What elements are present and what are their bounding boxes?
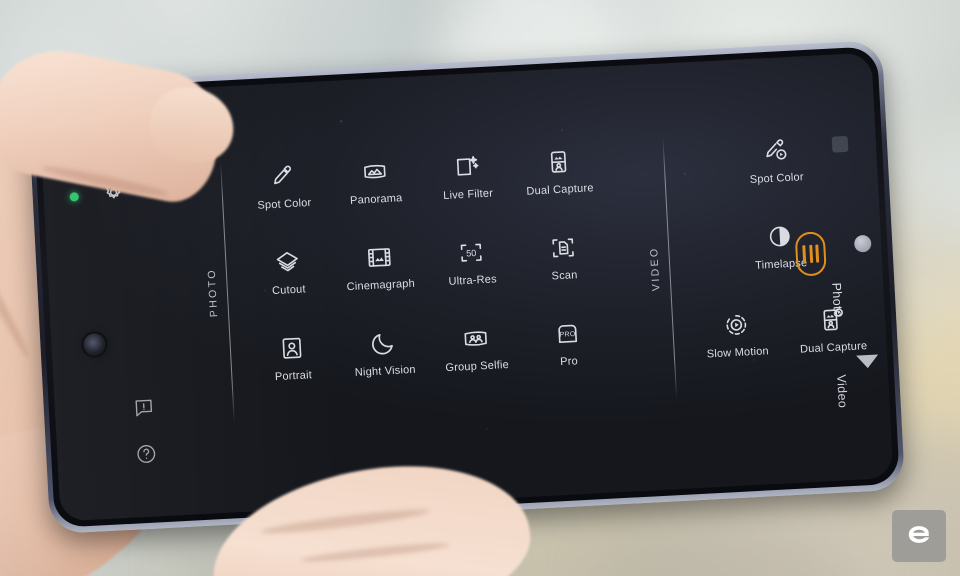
mode-cinemagraph[interactable]: Cinemagraph: [340, 242, 422, 330]
photo-section: PHOTO Spot Color Panorama Live Filter Du…: [192, 141, 610, 424]
mode-pro[interactable]: PRO Pro: [528, 319, 610, 407]
mode-label: Spot Color: [257, 196, 312, 212]
slow-motion-icon: [723, 311, 750, 338]
crescent-moon-icon: [370, 330, 397, 357]
mode-label: Panorama: [349, 192, 403, 207]
mode-label: Slow Motion: [706, 345, 770, 361]
mode-picker: PHOTO Spot Color Panorama Live Filter Du…: [192, 133, 868, 470]
document-scan-icon: [549, 234, 576, 261]
photo-mode-grid: Spot Color Panorama Live Filter Dual Cap…: [243, 147, 610, 421]
mode-spot-color[interactable]: Spot Color: [243, 161, 325, 249]
panorama-icon: [361, 158, 388, 185]
group-selfie-icon: [462, 325, 489, 352]
tab-photo[interactable]: Photo: [829, 282, 845, 317]
mode-label: Cinemagraph: [346, 277, 416, 294]
eyedropper-icon: [269, 163, 296, 190]
mode-label: Portrait: [274, 369, 313, 384]
mode-label: Ultra-Res: [448, 273, 498, 288]
utility-icons: [132, 396, 158, 465]
dual-capture-icon: [545, 148, 572, 175]
portrait-person-icon: [278, 335, 305, 362]
tab-video[interactable]: Video: [834, 374, 850, 408]
svg-text:PRO: PRO: [559, 331, 576, 339]
mode-scan[interactable]: Scan: [523, 233, 605, 321]
engadget-e-logo: [908, 525, 930, 543]
layers-diamond-icon: [274, 249, 301, 276]
front-camera-icon: [82, 332, 107, 357]
privacy-indicator-dot: [69, 192, 79, 202]
mode-label: Night Vision: [354, 363, 417, 379]
right-controls: Photo Video: [751, 53, 889, 484]
svg-text:50: 50: [466, 248, 477, 259]
engadget-watermark: [892, 510, 946, 562]
mode-night-vision[interactable]: Night Vision: [344, 328, 426, 416]
mode-cutout[interactable]: Cutout: [248, 247, 330, 335]
mode-group-selfie[interactable]: Group Selfie: [436, 324, 518, 412]
feedback-icon[interactable]: [132, 396, 155, 419]
shutter-bars-icon[interactable]: [794, 231, 827, 277]
mode-live-filter[interactable]: Live Filter: [427, 152, 509, 240]
photo-scene: PHOTO Spot Color Panorama Live Filter Du…: [0, 0, 960, 576]
chevron-down-triangle-icon[interactable]: [856, 354, 879, 369]
mode-label: Live Filter: [442, 187, 494, 203]
mode-label: Scan: [551, 269, 578, 283]
sparkle-photo-icon: [453, 153, 480, 180]
mode-label: Cutout: [271, 283, 307, 298]
help-icon[interactable]: [135, 442, 158, 465]
fifty-mp-icon: 50: [458, 239, 485, 266]
mode-label: Dual Capture: [526, 182, 594, 198]
film-strip-icon: [366, 244, 393, 271]
mode-label: Group Selfie: [445, 358, 510, 375]
mode-panorama[interactable]: Panorama: [335, 157, 417, 245]
mode-ultra-res[interactable]: 50 Ultra-Res: [432, 238, 514, 326]
mode-portrait[interactable]: Portrait: [252, 333, 334, 421]
gallery-thumbnail[interactable]: [853, 234, 872, 253]
pro-badge-icon: PRO: [554, 320, 581, 347]
mode-label: Pro: [559, 355, 579, 369]
mode-dual-capture[interactable]: Dual Capture: [519, 147, 601, 235]
